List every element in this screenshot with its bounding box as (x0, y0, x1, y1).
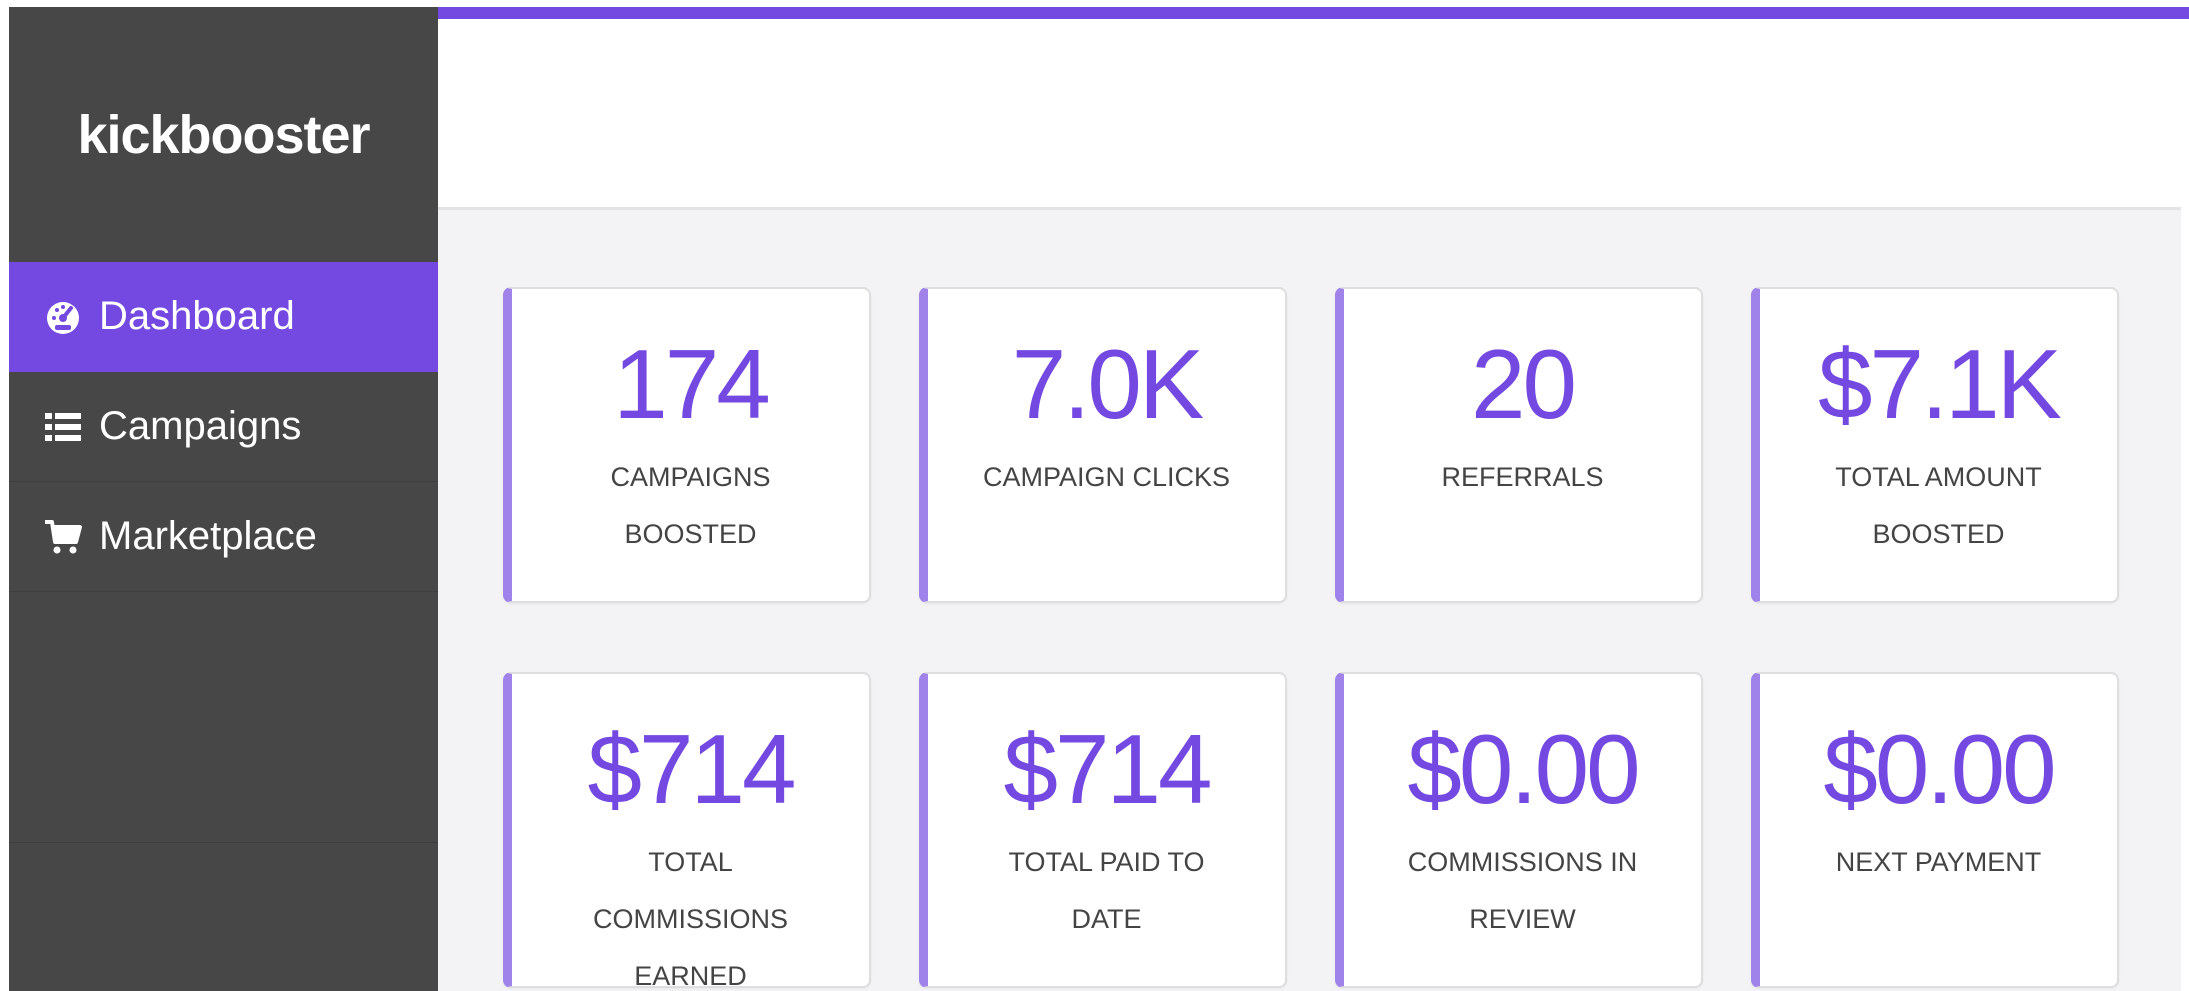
stat-card-total-commissions-earned: $714 TOTAL COMMISSIONS EARNED (503, 672, 871, 991)
dashboard-content: 174 CAMPAIGNS BOOSTED 7.0K CAMPAIGN CLIC… (438, 210, 2181, 991)
app-page: kickbooster Dashboard Campaigns Marketpl… (0, 0, 2189, 991)
stat-card-next-payment: $0.00 NEXT PAYMENT (1751, 672, 2119, 988)
stat-value: $0.00 (1407, 714, 1640, 824)
stat-value: $714 (1003, 714, 1212, 824)
sidebar-item-label: Campaigns (99, 404, 302, 448)
stat-value: 20 (1470, 329, 1577, 439)
stat-card-total-amount-boosted: $7.1K TOTAL AMOUNT BOOSTED (1751, 287, 2119, 603)
stat-label: TOTAL PAID TO DATE (1008, 847, 1205, 934)
stat-label: TOTAL AMOUNT BOOSTED (1835, 462, 2042, 549)
logo[interactable]: kickbooster (9, 7, 438, 262)
stat-value: $0.00 (1823, 714, 2056, 824)
stat-card-campaign-clicks: 7.0K CAMPAIGN CLICKS (919, 287, 1287, 603)
sidebar-nav: Dashboard Campaigns Marketplace (9, 262, 438, 592)
stat-card-commissions-in-review: $0.00 COMMISSIONS IN REVIEW (1335, 672, 1703, 988)
top-accent-bar (438, 7, 2189, 19)
sidebar-item-label: Marketplace (99, 514, 317, 558)
list-icon (43, 407, 83, 447)
sidebar-item-label: Dashboard (99, 294, 295, 338)
stat-label: COMMISSIONS IN REVIEW (1407, 847, 1638, 934)
stat-card-referrals: 20 REFERRALS (1335, 287, 1703, 603)
stat-card-campaigns-boosted: 174 CAMPAIGNS BOOSTED (503, 287, 871, 603)
sidebar: kickbooster Dashboard Campaigns Marketpl… (9, 7, 438, 991)
sidebar-item-campaigns[interactable]: Campaigns (9, 372, 438, 482)
stat-label: NEXT PAYMENT (1835, 847, 2042, 877)
stat-value: $714 (587, 714, 796, 824)
sidebar-divider (9, 842, 438, 843)
dashboard-gauge-icon (43, 297, 83, 337)
stat-value: 7.0K (1011, 329, 1205, 439)
stat-card-total-paid-to-date: $714 TOTAL PAID TO DATE (919, 672, 1287, 988)
stat-value: 174 (613, 329, 771, 439)
stat-label: CAMPAIGN CLICKS (982, 462, 1231, 492)
stat-label: REFERRALS (1441, 462, 1604, 492)
stat-value: $7.1K (1817, 329, 2062, 439)
shopping-cart-icon (43, 517, 83, 557)
stat-label: CAMPAIGNS BOOSTED (610, 462, 771, 549)
sidebar-item-dashboard[interactable]: Dashboard (9, 262, 438, 372)
sidebar-item-marketplace[interactable]: Marketplace (9, 482, 438, 592)
top-header (438, 19, 2181, 210)
stat-label: TOTAL COMMISSIONS EARNED (592, 847, 788, 991)
